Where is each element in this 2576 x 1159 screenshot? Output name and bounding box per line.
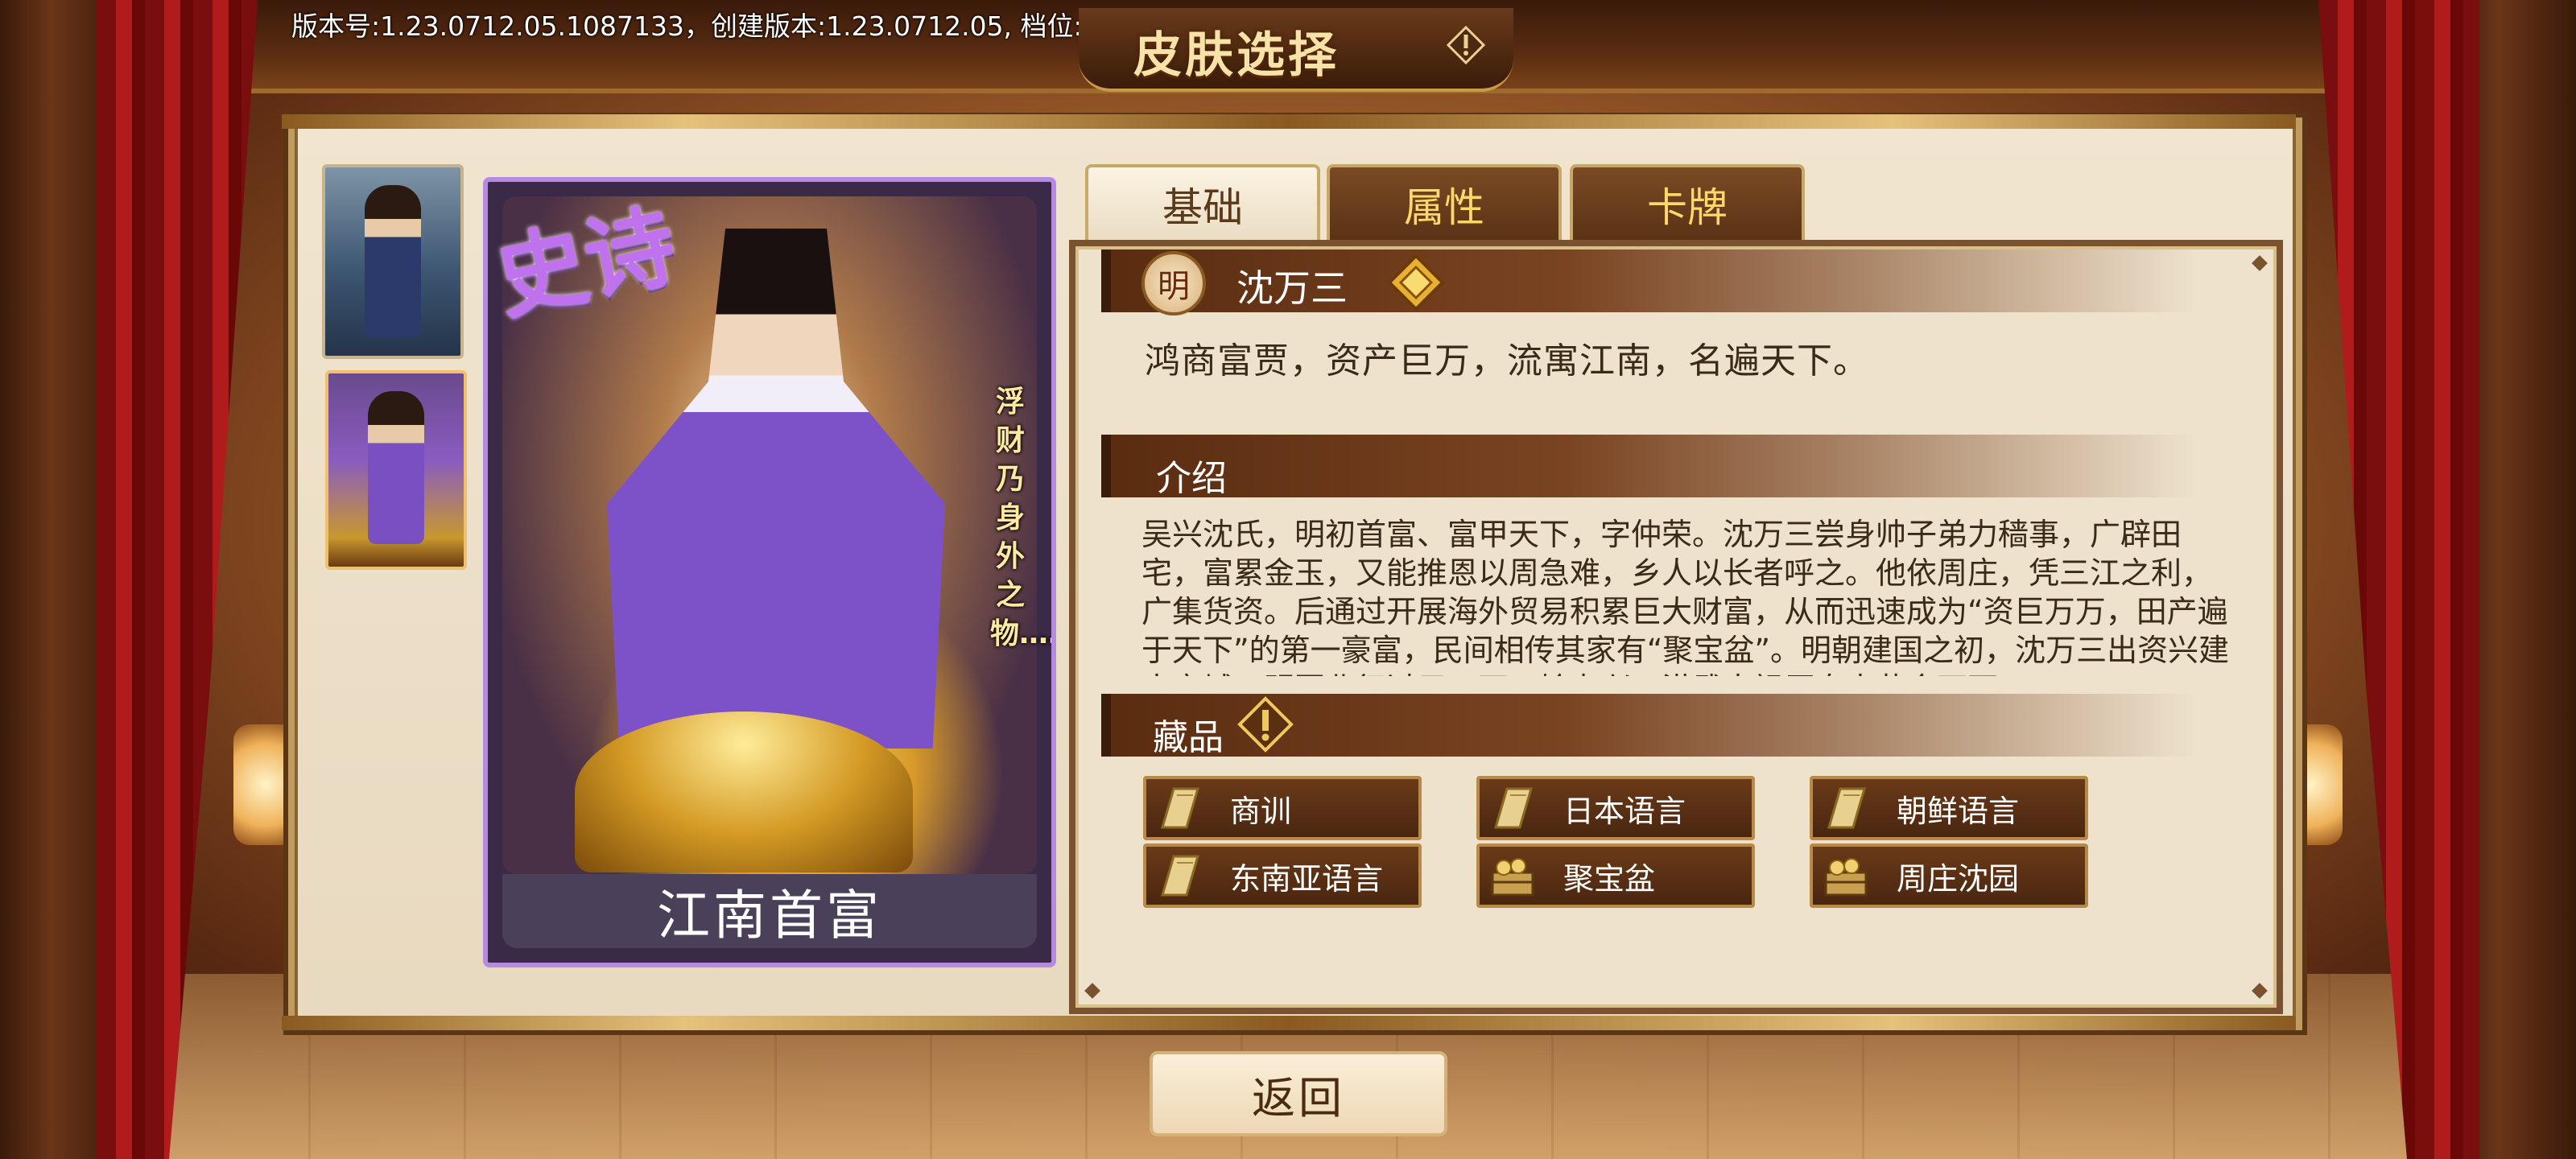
corner-ornament	[2252, 983, 2268, 999]
rank-diamond-icon	[1387, 254, 1445, 311]
return-label: 返回	[1252, 1072, 1345, 1124]
collection-item-label: 聚宝盆	[1563, 860, 1656, 897]
panel-trim-bottom	[282, 1016, 2296, 1030]
collection-item-label: 朝鲜语言	[1897, 793, 2020, 829]
version-info: 版本号:1.23.0712.05.1087133，创建版本:1.23.0712.…	[291, 10, 1179, 42]
collection-item-label: 日本语言	[1563, 793, 1686, 829]
info-icon[interactable]	[1236, 695, 1294, 753]
tab-attributes[interactable]: 属性	[1327, 164, 1562, 241]
intro-header-bar	[1101, 435, 2254, 497]
corner-ornament	[1084, 983, 1100, 999]
skin-name: 江南首富	[657, 885, 882, 947]
page-title: 皮肤选择	[1133, 27, 1340, 84]
collection-item-label: 东南亚语言	[1230, 860, 1384, 897]
collection-item-japanese[interactable]: 日本语言	[1476, 776, 1755, 840]
collection-item-korean[interactable]: 朝鲜语言	[1810, 776, 2088, 840]
intro-text: 吴兴沈氏，明初首富、富甲天下，字仲荣。沈万三尝身帅子弟力穑事，广辟田宅，富累金玉…	[1141, 517, 2230, 676]
skin-card: 史诗 浮财乃身外之物…… 江南首富	[483, 177, 1056, 967]
dynasty-badge: 明	[1141, 251, 1206, 316]
hero-tagline: 鸿商富贾，资产巨万，流寓江南，名遍天下。	[1145, 340, 1869, 382]
tab-basic[interactable]: 基础	[1085, 164, 1320, 241]
info-icon[interactable]	[1447, 26, 1485, 64]
treasure-chest-icon	[1491, 858, 1534, 897]
return-button[interactable]: 返回	[1150, 1051, 1447, 1136]
collection-item-label: 商训	[1230, 793, 1292, 829]
collection-heading: 藏品	[1153, 717, 1224, 758]
collection-item-zhouzhuang-garden[interactable]: 周庄沈园	[1810, 843, 2088, 908]
intro-heading: 介绍	[1156, 458, 1227, 499]
collection-item-southeast-asian[interactable]: 东南亚语言	[1143, 843, 1422, 908]
book-icon	[1827, 787, 1866, 829]
book-icon	[1161, 855, 1199, 897]
skin-thumbnail-epic[interactable]	[325, 370, 467, 570]
collection-item-label: 周庄沈园	[1897, 860, 2020, 897]
skin-thumbnail-default[interactable]	[322, 164, 464, 359]
tab-cards[interactable]: 卡牌	[1570, 164, 1805, 241]
hero-portrait	[368, 391, 424, 544]
hero-name: 沈万三	[1236, 266, 1348, 310]
book-icon	[1494, 787, 1533, 829]
skin-name-bar: 江南首富	[502, 874, 1037, 948]
hero-portrait	[365, 185, 421, 338]
intro-scroll-area[interactable]: 吴兴沈氏，明初首富、富甲天下，字仲荣。沈万三尝身帅子弟力穑事，广辟田宅，富累金玉…	[1141, 515, 2236, 676]
collection-item-treasure-bowl[interactable]: 聚宝盆	[1476, 843, 1755, 908]
treasure-pot	[575, 711, 913, 872]
panel-trim-top	[282, 114, 2296, 129]
book-icon	[1161, 787, 1199, 829]
treasure-chest-icon	[1824, 858, 1868, 897]
collection-item-shangxun[interactable]: 商训	[1143, 776, 1422, 840]
corner-ornament	[2252, 255, 2268, 271]
card-quote: 浮财乃身外之物……	[990, 386, 1051, 650]
